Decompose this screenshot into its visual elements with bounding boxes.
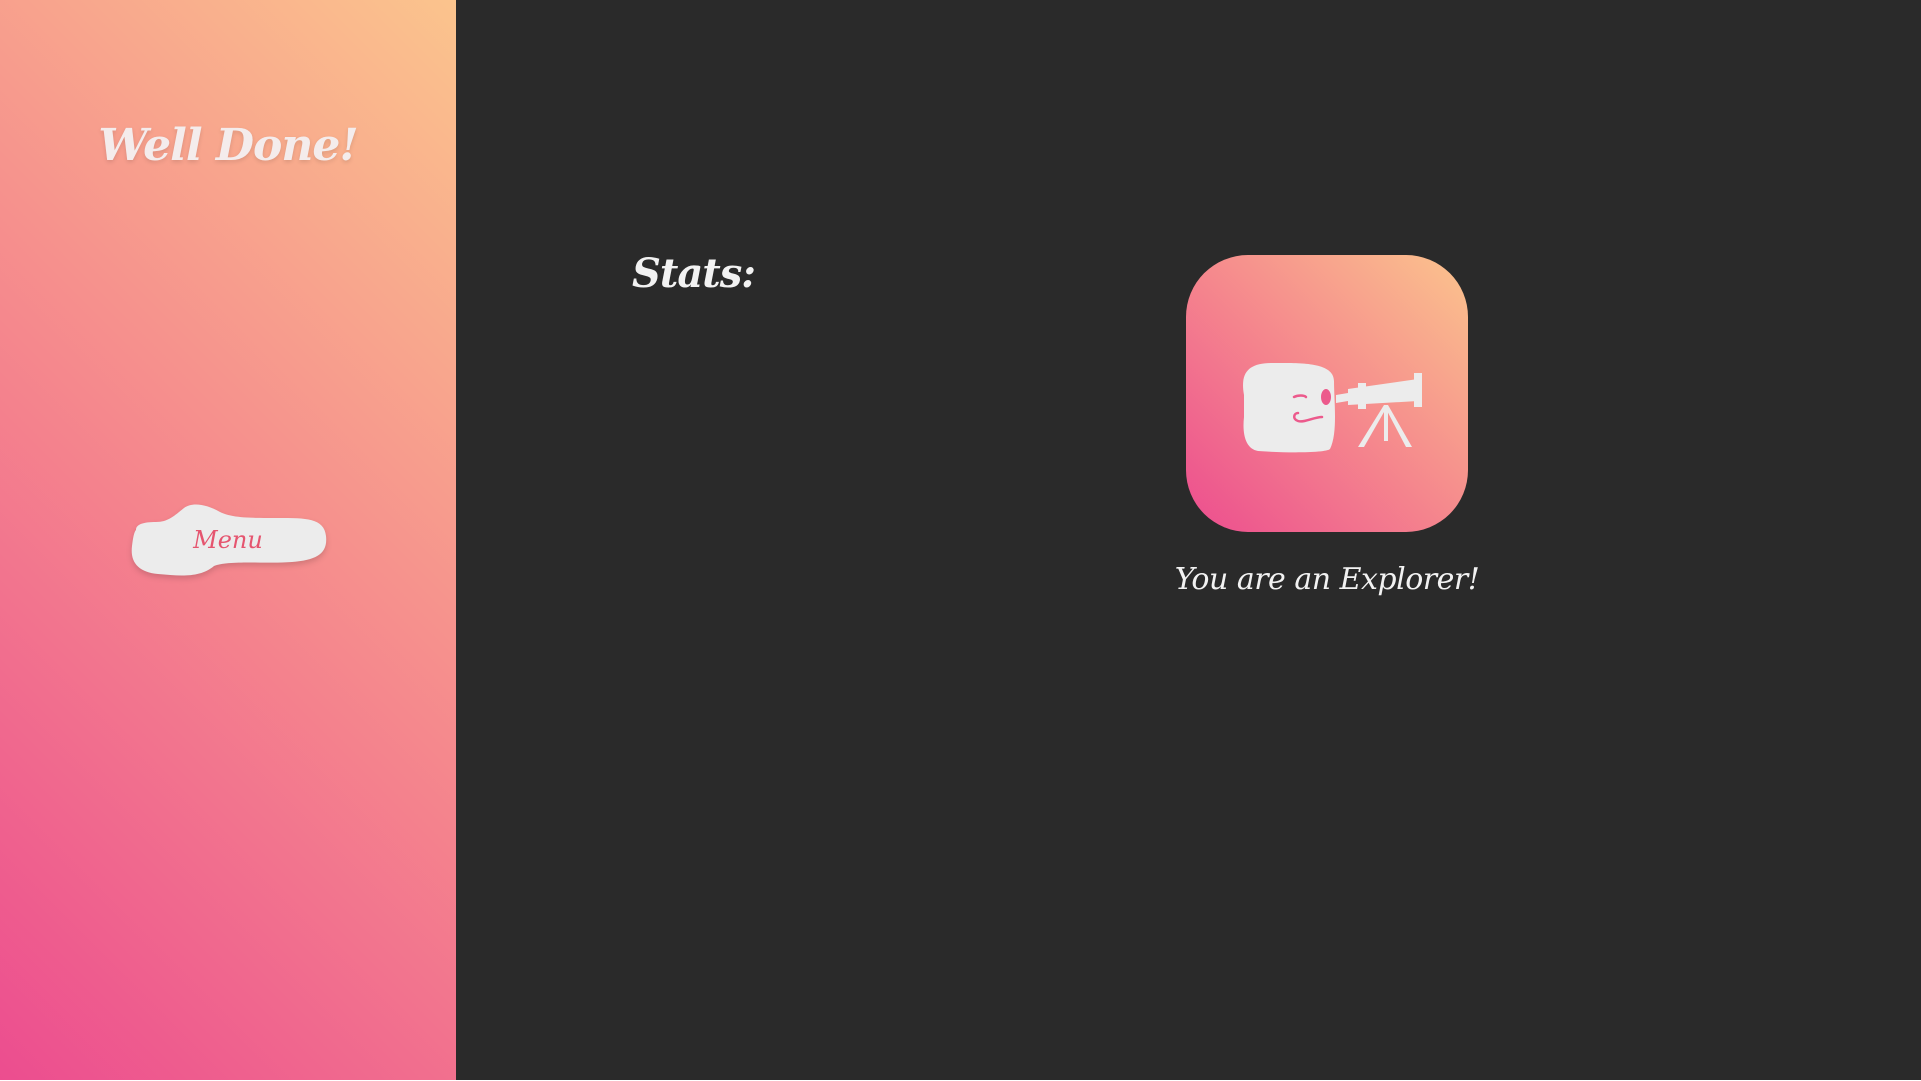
- badge-caption: You are an Explorer!: [1174, 562, 1480, 597]
- well-done-title: Well Done!: [98, 120, 358, 171]
- stats-heading: Stats:: [632, 250, 756, 297]
- character-eye: [1321, 389, 1331, 405]
- explorer-badge: [1186, 255, 1468, 532]
- tripod-leg-right: [1384, 405, 1412, 447]
- explorer-telescope-icon: [1243, 362, 1422, 453]
- main-panel: Stats: You are an Explorer!: [456, 0, 1921, 1080]
- character-head: [1243, 362, 1335, 453]
- sidebar: Well Done! Menu: [0, 0, 456, 1080]
- telescope-lens: [1414, 373, 1422, 407]
- telescope-eyepiece: [1336, 393, 1348, 403]
- menu-button-label: Menu: [193, 526, 263, 554]
- tripod-leg-left: [1358, 405, 1388, 447]
- results-screen: Well Done! Menu Stats: You are an Explor…: [0, 0, 1921, 1081]
- menu-button[interactable]: Menu: [128, 502, 328, 578]
